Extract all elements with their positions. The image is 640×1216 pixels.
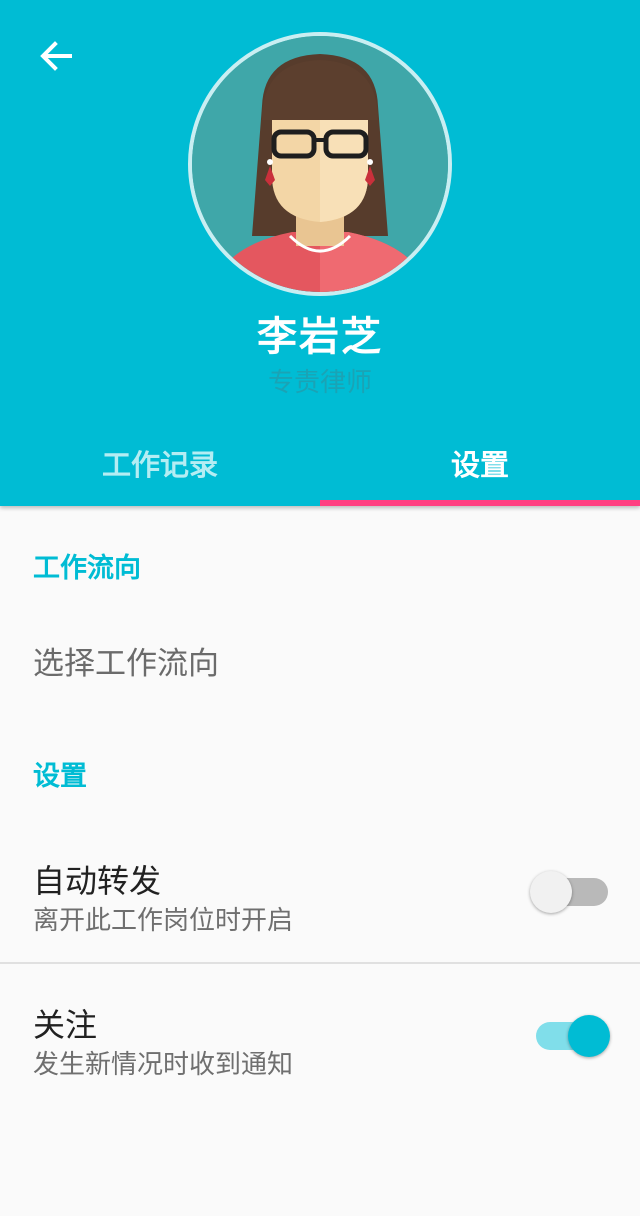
tab-settings[interactable]: 设置	[320, 420, 640, 506]
woman-avatar-icon	[192, 36, 448, 292]
auto-forward-title: 自动转发	[33, 862, 162, 900]
switch-thumb	[568, 1015, 610, 1057]
auto-forward-switch[interactable]	[530, 870, 610, 914]
back-button[interactable]	[32, 32, 80, 80]
profile-role: 专责律师	[267, 368, 372, 398]
profile-header: 李岩芝 专责律师 工作记录 设置	[0, 0, 640, 506]
follow-summary: 发生新情况时收到通知	[33, 1050, 294, 1080]
avatar	[188, 32, 452, 296]
tab-indicator	[320, 500, 640, 506]
follow-preference[interactable]: 关注 发生新情况时收到通知	[0, 964, 640, 1106]
switch-thumb	[530, 871, 572, 913]
section-title-workflow: 工作流向	[33, 553, 141, 584]
section-title-settings: 设置	[33, 761, 87, 792]
arrow-left-icon	[40, 41, 72, 71]
tab-work-records[interactable]: 工作记录	[0, 420, 320, 506]
select-workflow-item[interactable]: 选择工作流向	[0, 612, 640, 708]
auto-forward-summary: 离开此工作岗位时开启	[33, 906, 294, 936]
profile-name: 李岩芝	[257, 314, 383, 360]
follow-switch[interactable]	[530, 1014, 610, 1058]
auto-forward-preference[interactable]: 自动转发 离开此工作岗位时开启	[0, 820, 640, 962]
follow-title: 关注	[33, 1006, 98, 1044]
